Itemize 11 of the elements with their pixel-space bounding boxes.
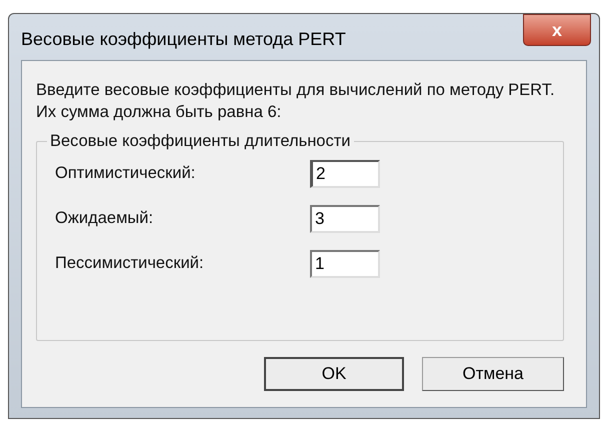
field-label: Оптимистический: (55, 163, 196, 184)
input-field[interactable]: 3 (310, 204, 380, 233)
field-label: Пессимистический: (55, 253, 205, 274)
group-title: Весовые коэффициенты длительности (49, 131, 352, 152)
field-label: Ожидаемый: (55, 208, 154, 230)
window-title: Весовые коэффициенты метода PERT (21, 28, 346, 51)
input-field[interactable]: 1 (310, 250, 380, 278)
instruction-text: Введите весовые коэффициенты для вычислений по методу PERT. Их сумма должна быть равна 6: (36, 80, 556, 123)
input-field[interactable]: 2 (310, 160, 380, 188)
ok-button[interactable]: OK (264, 357, 404, 391)
cancel-button[interactable]: Отмена (422, 357, 564, 391)
